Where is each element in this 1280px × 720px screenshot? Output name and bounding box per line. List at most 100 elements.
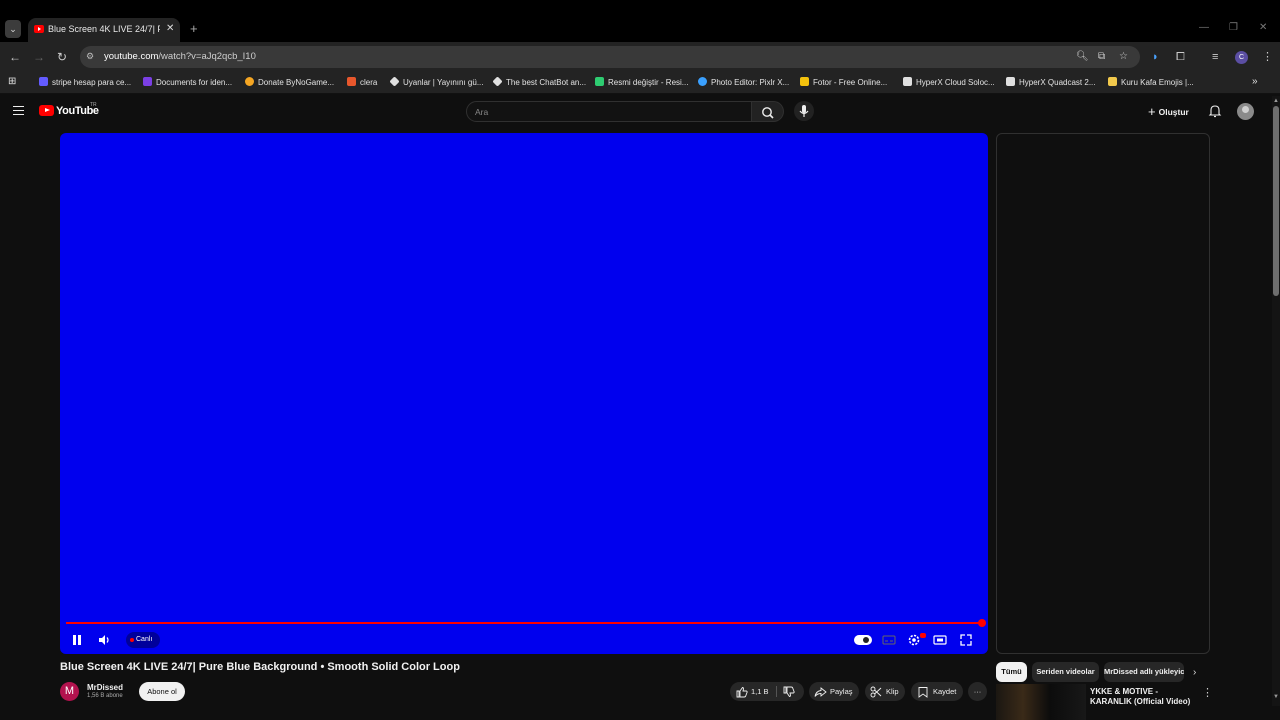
minimize-window-icon[interactable]: — bbox=[1199, 22, 1209, 33]
youtube-masthead: YouTube TR +Oluştur bbox=[0, 96, 1272, 128]
recommendation-title[interactable]: YKKE & MOTIVE - KARANLIK (Official Video… bbox=[1090, 687, 1194, 707]
scissors-icon bbox=[870, 686, 882, 698]
bookmark-favicon-icon bbox=[1006, 77, 1015, 86]
share-button[interactable]: Paylaş bbox=[809, 682, 859, 701]
scroll-down-arrow-icon[interactable]: ▼ bbox=[1272, 694, 1280, 700]
browser-menu-icon[interactable]: ⋮ bbox=[1262, 50, 1273, 64]
channel-avatar[interactable]: M bbox=[60, 682, 79, 701]
bookmark-favicon-icon bbox=[800, 77, 809, 86]
bookmarks-overflow-icon[interactable]: » bbox=[1252, 76, 1258, 88]
more-actions-button[interactable]: ··· bbox=[968, 682, 987, 701]
autoplay-toggle[interactable] bbox=[854, 635, 872, 645]
video-title: Blue Screen 4K LIVE 24/7| Pure Blue Back… bbox=[60, 661, 460, 673]
subscribe-button[interactable]: Abone ol bbox=[139, 682, 185, 701]
zoom-icon[interactable]: 🔍︎ bbox=[1076, 51, 1089, 62]
tab-title: Blue Screen 4K LIVE 24/7| Pure Blue Back… bbox=[48, 24, 160, 34]
live-label: Canlı bbox=[136, 636, 153, 643]
browser-tabstrip: ⌄ Blue Screen 4K LIVE 24/7| Pure Blue Ba… bbox=[0, 0, 1280, 42]
scroll-up-arrow-icon[interactable]: ▲ bbox=[1272, 98, 1280, 104]
share-arrow-icon bbox=[814, 687, 827, 697]
account-avatar[interactable] bbox=[1237, 103, 1254, 120]
url-text[interactable]: youtube.com/watch?v=aJq2qcb_I10 bbox=[104, 51, 256, 62]
extension-audio-icon[interactable]: ◗ bbox=[1152, 50, 1159, 64]
new-tab-button[interactable]: + bbox=[190, 22, 198, 36]
bookmarks-bar: ⊞ stripe hesap para ce... Documents for … bbox=[0, 72, 1280, 94]
bookmark-item[interactable]: HyperX Quadcast 2... bbox=[1006, 77, 1095, 89]
forward-button[interactable]: → bbox=[33, 50, 45, 64]
theater-mode-icon[interactable] bbox=[932, 632, 948, 648]
bookmark-item[interactable]: Documents for iden... bbox=[143, 77, 232, 89]
search-button[interactable] bbox=[752, 101, 784, 122]
bookmark-item[interactable]: The best ChatBot an... bbox=[492, 76, 586, 89]
volume-icon[interactable] bbox=[96, 632, 112, 648]
voice-search-button[interactable] bbox=[794, 101, 814, 121]
clip-button[interactable]: Klip bbox=[865, 682, 905, 701]
youtube-logo-icon[interactable] bbox=[39, 105, 54, 116]
bookmark-item[interactable]: Fotor - Free Online... bbox=[800, 77, 887, 89]
like-dislike-group: 1,1 B bbox=[730, 682, 804, 701]
dislike-thumbs-down-icon[interactable] bbox=[783, 686, 795, 698]
search-input[interactable] bbox=[475, 106, 735, 118]
bookmark-item[interactable]: Uyanlar | Yayınını gü... bbox=[389, 76, 484, 89]
bookmark-item[interactable]: Donate ByNoGame... bbox=[245, 77, 334, 89]
bookmark-favicon-icon bbox=[698, 77, 707, 86]
scrollbar-thumb[interactable] bbox=[1273, 106, 1279, 296]
country-code: TR bbox=[90, 102, 97, 108]
like-separator bbox=[776, 686, 777, 697]
pause-icon[interactable] bbox=[72, 632, 82, 648]
bookmark-item[interactable]: Photo Editor: Pixlr X... bbox=[698, 77, 789, 89]
bookmark-item[interactable]: Resmi değiştir - Resi... bbox=[595, 77, 688, 89]
bookmark-favicon-icon bbox=[903, 77, 912, 86]
guide-menu-icon[interactable] bbox=[13, 106, 24, 115]
hd-badge bbox=[920, 633, 926, 638]
more-actions-icon[interactable]: ⋮ bbox=[1202, 686, 1213, 699]
create-button[interactable]: + Oluştur bbox=[1148, 102, 1189, 122]
extensions-puzzle-icon[interactable]: ⧠ bbox=[1176, 50, 1185, 64]
live-badge[interactable]: Canlı bbox=[126, 632, 160, 648]
channel-name[interactable]: MrDissed bbox=[87, 683, 123, 692]
bookmark-favicon-icon bbox=[492, 76, 503, 87]
browser-toolbar: ← → ↻ ⚙ youtube.com/watch?v=aJq2qcb_I10 … bbox=[0, 42, 1280, 72]
media-controls-icon[interactable]: ≡ bbox=[1212, 50, 1218, 64]
maximize-window-icon[interactable]: ❐ bbox=[1229, 22, 1238, 33]
bookmark-favicon-icon bbox=[39, 77, 48, 86]
apps-grid-icon[interactable]: ⊞ bbox=[8, 76, 16, 88]
close-window-icon[interactable]: ✕ bbox=[1259, 22, 1267, 33]
address-bar[interactable]: ⚙ youtube.com/watch?v=aJq2qcb_I10 🔍︎ ⧉ ☆ bbox=[80, 46, 1140, 68]
bookmark-item[interactable]: stripe hesap para ce... bbox=[39, 77, 131, 89]
chip-uploader[interactable]: MrDissed adlı yükleyici bbox=[1104, 662, 1184, 682]
progress-scrubber[interactable] bbox=[978, 619, 986, 627]
browser-tab-active[interactable]: Blue Screen 4K LIVE 24/7| Pure Blue Back… bbox=[28, 18, 180, 42]
tab-search-button[interactable]: ⌄ bbox=[5, 20, 21, 38]
chip-series[interactable]: Seriden videolar bbox=[1032, 662, 1099, 682]
recommendation-thumbnail[interactable] bbox=[996, 684, 1086, 720]
tab-close-icon[interactable]: ✕ bbox=[166, 23, 174, 34]
ellipsis-icon: ··· bbox=[973, 687, 982, 696]
save-button[interactable]: Kaydet bbox=[911, 682, 963, 701]
subscriber-count: 1,56 B abone bbox=[87, 693, 123, 699]
fullscreen-icon[interactable] bbox=[958, 632, 974, 648]
live-chat-panel bbox=[996, 133, 1210, 654]
page-scrollbar[interactable] bbox=[1272, 96, 1280, 706]
youtube-favicon-icon bbox=[34, 25, 44, 33]
chip-all[interactable]: Tümü bbox=[996, 662, 1027, 682]
chevron-right-icon[interactable]: › bbox=[1193, 667, 1196, 678]
like-thumbs-up-icon[interactable] bbox=[736, 686, 748, 698]
progress-bar[interactable] bbox=[66, 622, 982, 624]
bookmark-item[interactable]: Kuru Kafa Emojis |... bbox=[1108, 77, 1194, 89]
bookmark-item[interactable]: HyperX Cloud Soloc... bbox=[903, 77, 995, 89]
site-info-icon[interactable]: ⚙ bbox=[86, 51, 94, 62]
video-player[interactable]: Canlı bbox=[60, 133, 988, 654]
subtitles-icon[interactable] bbox=[881, 632, 897, 648]
install-app-icon[interactable]: ⧉ bbox=[1098, 51, 1105, 62]
search-box bbox=[466, 101, 752, 122]
bookmark-item[interactable]: clera bbox=[347, 77, 377, 89]
profile-avatar[interactable]: C bbox=[1235, 51, 1248, 64]
bookmark-favicon-icon bbox=[347, 77, 356, 86]
like-count[interactable]: 1,1 B bbox=[751, 682, 769, 701]
bookmark-star-icon[interactable]: ☆ bbox=[1119, 51, 1128, 62]
plus-icon: + bbox=[1148, 104, 1156, 119]
back-button[interactable]: ← bbox=[9, 50, 21, 64]
reload-button[interactable]: ↻ bbox=[57, 50, 67, 64]
notifications-bell-icon[interactable] bbox=[1208, 104, 1222, 118]
